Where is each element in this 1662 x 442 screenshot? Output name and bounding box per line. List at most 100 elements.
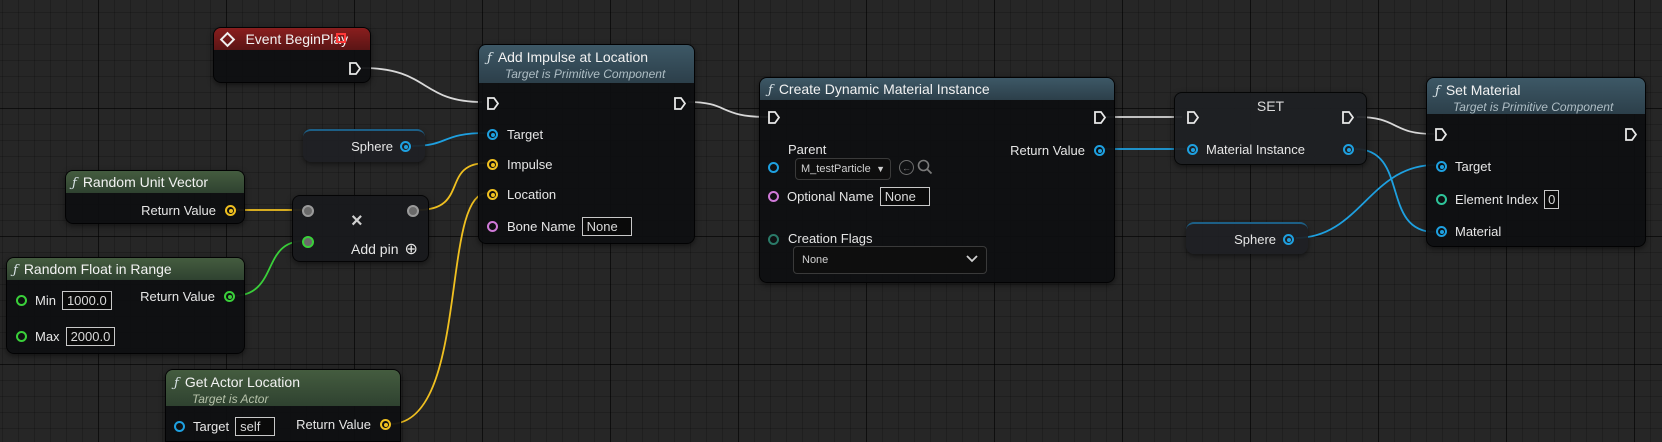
add-pin-icon[interactable]: ⊕ (404, 239, 417, 259)
set-variable-node[interactable]: SET Material Instance (1174, 92, 1367, 165)
bone-name-input[interactable]: None (581, 217, 632, 236)
set-material-subtitle: Target is Primitive Component (1453, 100, 1614, 114)
parent-pin[interactable] (768, 162, 779, 173)
exec-in-pin[interactable] (487, 97, 500, 115)
sphere-out-pin[interactable] (400, 141, 411, 152)
create-dmi-header: ƒ Create Dynamic Material Instance (760, 78, 1114, 100)
location-pin-row[interactable]: Location (487, 187, 556, 202)
creation-flags-dropdown[interactable]: None (793, 246, 987, 274)
material-pin-row[interactable]: Material (1436, 224, 1501, 239)
material-instance-out-pin[interactable] (1343, 144, 1354, 155)
multiply-output-pin[interactable] (407, 205, 419, 217)
add-impulse-title: Add Impulse at Location (497, 49, 649, 65)
target-self-input[interactable]: self (235, 417, 276, 436)
parent-pin-row[interactable] (768, 142, 779, 173)
exec-out-pin[interactable] (1625, 128, 1638, 146)
sphere-variable-node-2[interactable]: Sphere (1186, 222, 1308, 254)
set-material-node[interactable]: ƒ Set Material Target is Primitive Compon… (1426, 77, 1646, 247)
bone-name-pin-row[interactable]: Bone Name None (487, 217, 632, 236)
return-value-pin[interactable] (224, 291, 235, 302)
exec-wire-impulse-to-dmi (687, 101, 769, 118)
add-pin-button[interactable]: Add pin ⊕ (351, 239, 418, 259)
impulse-pin[interactable] (487, 159, 498, 170)
get-actor-location-node[interactable]: ƒ Get Actor Location Target is Actor Targ… (165, 369, 401, 442)
min-label: Min (35, 293, 56, 308)
max-input[interactable]: 2000.0 (65, 327, 116, 346)
exec-wire-set-to-setmaterial (1356, 116, 1435, 135)
element-index-pin[interactable] (1436, 194, 1447, 205)
max-pin[interactable] (16, 331, 27, 342)
get-actor-location-title: Get Actor Location (184, 374, 300, 390)
create-dmi-node[interactable]: ƒ Create Dynamic Material Instance Parent… (759, 77, 1115, 283)
material-instance-pin-row[interactable]: Material Instance (1187, 142, 1305, 157)
random-unit-vector-node[interactable]: ƒ Random Unit Vector Return Value (65, 170, 245, 224)
exec-in-pin[interactable] (1435, 128, 1448, 146)
exec-out-pin[interactable] (1094, 111, 1107, 129)
target-pin[interactable] (174, 421, 185, 432)
min-pin-row[interactable]: Min 1000.0 (16, 291, 112, 310)
return-value-pin-row[interactable]: Return Value (296, 417, 391, 432)
optional-name-pin[interactable] (768, 191, 779, 202)
return-value-label: Return Value (141, 203, 216, 218)
function-icon: ƒ (487, 51, 492, 66)
return-value-label: Return Value (1010, 143, 1085, 158)
random-float-node[interactable]: ƒ Random Float in Range Min 1000.0 Return… (6, 257, 245, 354)
target-pin-row[interactable]: Target (487, 127, 543, 142)
return-value-pin[interactable] (1094, 145, 1105, 156)
bone-name-pin[interactable] (487, 221, 498, 232)
sphere-variable-node-1[interactable]: Sphere (303, 129, 425, 162)
max-pin-row[interactable]: Max 2000.0 (16, 327, 116, 346)
creation-flags-pin-row[interactable] (768, 234, 779, 245)
target-pin-row[interactable]: Target self (174, 417, 276, 436)
target-pin-row[interactable]: Target (1436, 159, 1491, 174)
return-value-pin[interactable] (225, 205, 236, 216)
element-index-input[interactable]: 0 (1544, 190, 1560, 209)
return-value-label: Return Value (296, 417, 371, 432)
multiply-icon: × (351, 210, 363, 232)
exec-out-pin[interactable] (674, 97, 687, 115)
impulse-pin-row[interactable]: Impulse (487, 157, 553, 172)
chevron-down-icon (966, 254, 978, 266)
target-pin[interactable] (487, 129, 498, 140)
optional-name-label: Optional Name (787, 189, 874, 204)
max-label: Max (35, 329, 60, 344)
min-input[interactable]: 1000.0 (61, 291, 112, 310)
material-pin[interactable] (1436, 226, 1447, 237)
bone-name-pin-label: Bone Name (507, 219, 576, 234)
exec-in-pin[interactable] (768, 111, 781, 129)
add-impulse-node[interactable]: ƒ Add Impulse at Location Target is Primi… (478, 44, 695, 244)
set-material-header: ƒ Set Material Target is Primitive Compon… (1427, 78, 1645, 114)
return-value-pin-row[interactable]: Return Value (1010, 143, 1105, 158)
event-beginplay-node[interactable]: Event BeginPlay (213, 27, 371, 83)
browse-search-icon[interactable] (917, 159, 933, 175)
target-pin[interactable] (1436, 161, 1447, 172)
function-icon: ƒ (174, 376, 179, 391)
exec-out-pin[interactable] (1342, 111, 1355, 129)
location-pin[interactable] (487, 189, 498, 200)
element-index-pin-row[interactable]: Element Index 0 (1436, 190, 1560, 209)
optional-name-pin-row[interactable]: Optional Name None (768, 187, 930, 206)
parent-asset-dropdown[interactable]: M_testParticle ▼ (795, 158, 891, 180)
return-value-pin[interactable] (380, 419, 391, 430)
multiply-input-a-pin[interactable] (302, 205, 314, 217)
creation-flags-pin[interactable] (768, 234, 779, 245)
function-icon: ƒ (72, 176, 77, 191)
function-icon: ƒ (13, 263, 18, 278)
event-diamond-icon (219, 31, 236, 48)
exec-out-pin[interactable] (349, 62, 362, 80)
use-selected-icon[interactable]: ← (899, 160, 914, 175)
sphere-out-pin[interactable] (1283, 234, 1294, 245)
parent-asset-value: M_testParticle (801, 163, 871, 175)
event-beginplay-title: Event BeginPlay (245, 31, 349, 47)
element-index-label: Element Index (1455, 192, 1539, 207)
optional-name-input[interactable]: None (879, 187, 930, 206)
return-value-pin-row[interactable]: Return Value (141, 203, 236, 218)
multiply-input-b-pin[interactable] (302, 236, 314, 248)
location-pin-label: Location (507, 187, 557, 202)
return-value-pin-row[interactable]: Return Value (140, 289, 235, 304)
material-instance-in-pin[interactable] (1187, 144, 1198, 155)
add-pin-label: Add pin (351, 241, 399, 257)
exec-in-pin[interactable] (1187, 111, 1200, 129)
multiply-node[interactable]: × Add pin ⊕ (292, 195, 429, 262)
min-pin[interactable] (16, 295, 27, 306)
